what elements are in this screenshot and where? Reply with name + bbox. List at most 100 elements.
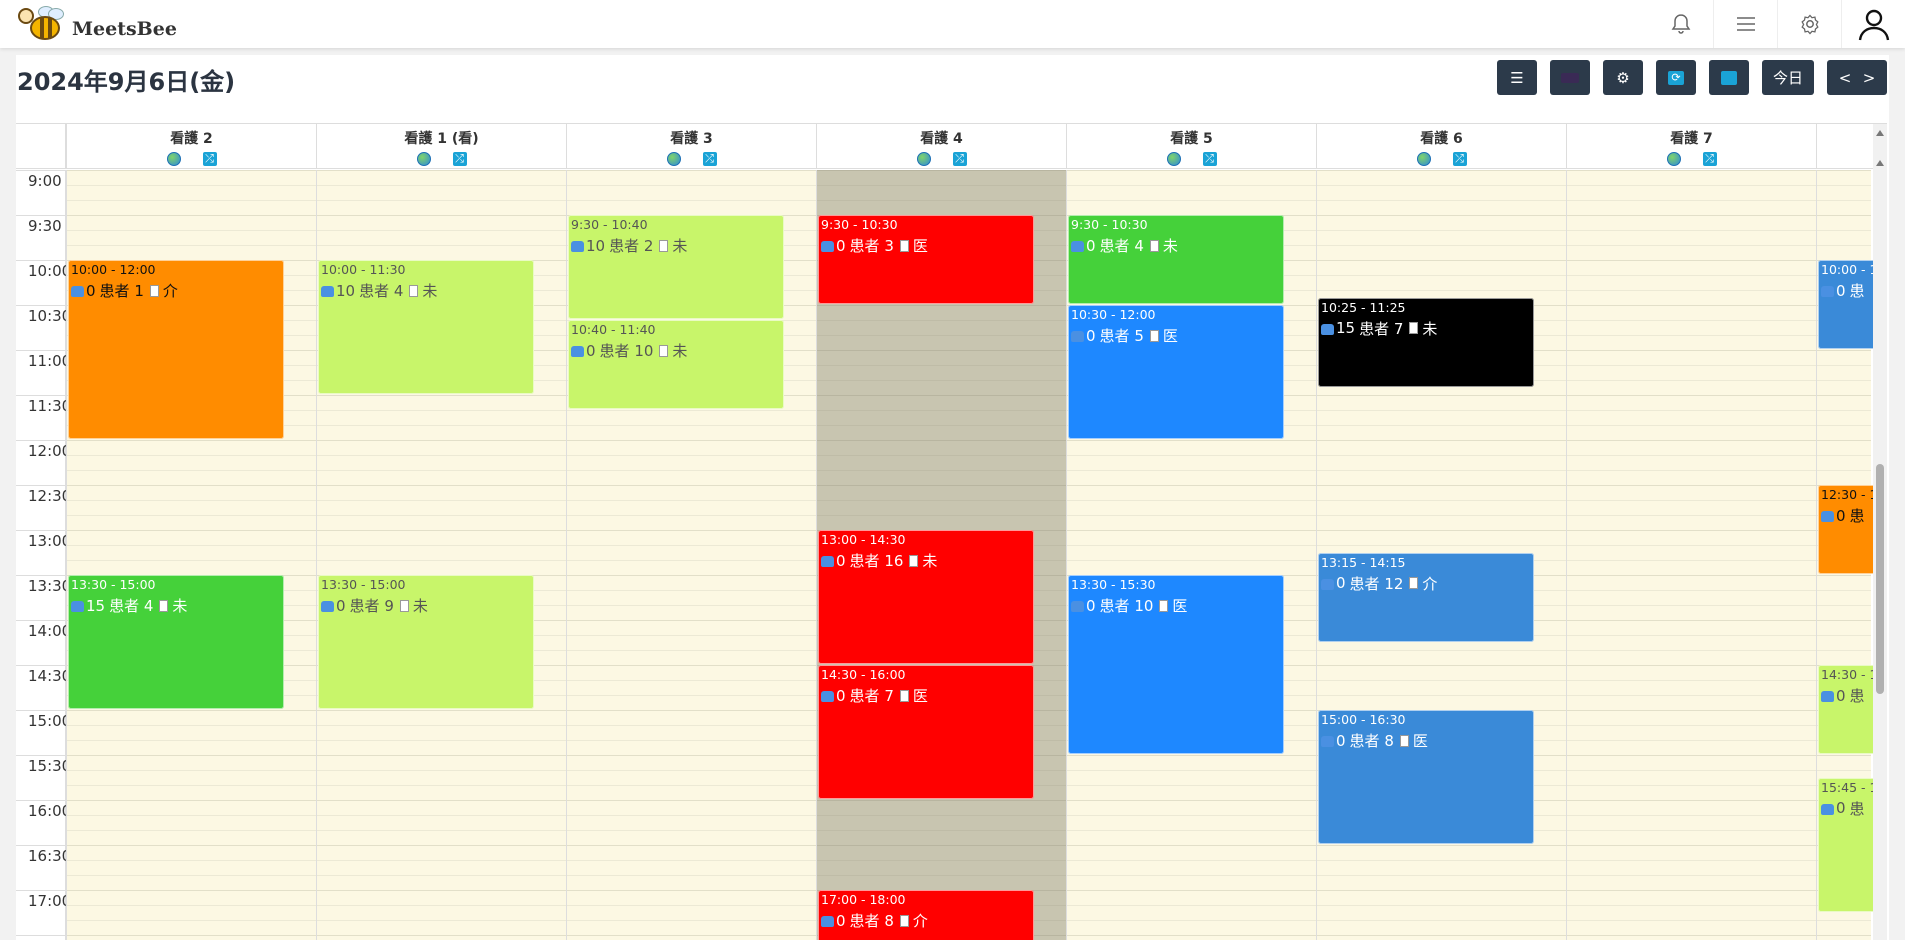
event-block[interactable]: 13:15 - 14:15 0 患者 12 介 — [1318, 552, 1534, 642]
event-distance: 0 — [1336, 574, 1346, 592]
resource-column-header[interactable]: 看護 5 ⤮ — [1066, 124, 1316, 169]
event-block[interactable]: 10:00 - 12:00 0 患者 1 介 — [68, 260, 284, 439]
globe-icon[interactable] — [416, 152, 431, 166]
time-label: 13:30 — [28, 577, 72, 595]
resource-name: 看護 7 — [1670, 131, 1713, 147]
today-button[interactable]: 今日 — [1762, 60, 1814, 95]
shuffle-icon[interactable]: ⤮ — [1702, 152, 1717, 166]
calendar-button[interactable] — [1709, 60, 1749, 95]
slot-line — [816, 425, 1066, 426]
event-block[interactable]: 10:40 - 11:40 0 患者 10 未 — [568, 320, 784, 409]
column-divider — [1816, 170, 1817, 940]
list-view-button[interactable]: ☰ — [1497, 60, 1537, 95]
event-tag: 未 — [172, 597, 188, 615]
event-time: 14:30 - 16:00 — [821, 667, 906, 682]
time-label: 12:00 — [28, 442, 72, 460]
slot-line — [16, 665, 66, 666]
car-icon — [571, 241, 584, 252]
slot-line — [816, 320, 1066, 321]
event-block[interactable]: 17:00 - 18:00 0 患者 8 介 — [818, 890, 1034, 940]
user-icon[interactable] — [1841, 0, 1905, 48]
event-block[interactable]: 10:25 - 11:25 15 患者 7 未 — [1318, 297, 1534, 387]
slot-line — [816, 485, 1066, 486]
day-slots[interactable]: 10:00 - 12:00 0 患者 1 介 13:30 - 15:00 15 患者 4未1… — [66, 170, 1887, 940]
globe-icon[interactable] — [1416, 152, 1431, 166]
event-patient: 患者 16 — [849, 552, 904, 570]
slot-line — [16, 620, 66, 621]
slot-line — [16, 215, 66, 216]
event-block[interactable]: 15:00 - 16:30 0 患者 8 医 — [1318, 710, 1534, 844]
event-patient: 患者 1 — [99, 282, 144, 300]
slot-line — [16, 890, 66, 891]
calendar-scrollbar[interactable] — [1873, 124, 1887, 940]
bell-icon[interactable] — [1649, 0, 1713, 48]
event-block[interactable]: 9:30 - 10:40 10 患者 2 未 — [568, 215, 784, 319]
resource-name: 看護 5 — [1170, 131, 1213, 147]
event-block[interactable]: 10:30 - 12:00 0 患者 5 医 — [1068, 305, 1284, 439]
refresh-button[interactable]: ⟳ — [1656, 60, 1696, 95]
resource-column-header[interactable]: 看護 6 ⤮ — [1316, 124, 1566, 169]
event-tag: 介 — [162, 282, 178, 300]
globe-icon[interactable] — [1166, 152, 1181, 166]
next-button[interactable]: > — [1863, 69, 1876, 87]
slot-line — [816, 515, 1066, 516]
column-divider — [66, 170, 67, 940]
event-time: 10:25 - 11:25 — [1321, 299, 1406, 315]
event-patient: 患 — [1849, 687, 1865, 705]
event-block[interactable]: 13:30 - 15:00 0 患者 9 未 — [318, 575, 534, 709]
globe-icon[interactable] — [166, 152, 181, 166]
event-patient: 患者 5 — [1099, 327, 1144, 345]
document-icon — [899, 239, 909, 252]
event-distance: 0 — [86, 281, 96, 300]
event-block[interactable]: 9:30 - 10:30 0 患者 4 未 — [1068, 215, 1284, 304]
document-icon — [899, 689, 909, 702]
shuffle-icon[interactable]: ⤮ — [1452, 152, 1467, 166]
globe-icon[interactable] — [916, 152, 931, 166]
event-block[interactable]: 9:30 - 10:30 0 患者 3 医 — [818, 215, 1034, 304]
event-time: 13:30 - 15:30 — [1071, 577, 1156, 592]
globe-icon[interactable] — [666, 152, 681, 166]
event-time: 13:15 - 14:15 — [1321, 554, 1406, 570]
resource-header: 看護 2⤮看護 1 (看)⤮看護 3⤮看護 4⤮看護 5⤮看護 6⤮看護 7⤮⤮ — [16, 124, 1887, 169]
globe-icon[interactable] — [1666, 152, 1681, 166]
event-distance: 15 — [86, 596, 106, 615]
event-patient: 患者 4 — [109, 597, 154, 615]
event-block[interactable]: 13:00 - 14:30 0 患者 16 未 — [818, 530, 1034, 664]
resource-name: 看護 1 (看) — [404, 131, 479, 147]
slot-line — [816, 800, 1066, 801]
event-distance: 0 — [836, 551, 846, 570]
document-icon — [149, 284, 159, 297]
menu-icon[interactable] — [1713, 0, 1777, 48]
time-label: 16:00 — [28, 802, 72, 820]
shuffle-icon[interactable]: ⤮ — [1202, 152, 1217, 166]
event-patient: 患者 2 — [609, 237, 654, 255]
event-time: 13:30 - 15:00 — [321, 577, 406, 592]
event-tag: 医 — [1412, 732, 1428, 750]
resource-column-header[interactable]: 看護 2 ⤮ — [66, 124, 316, 169]
resource-column-header[interactable]: 看護 1 (看) ⤮ — [316, 124, 566, 169]
shuffle-icon[interactable]: ⤮ — [702, 152, 717, 166]
event-block[interactable]: 13:30 - 15:00 15 患者 4 未 — [68, 575, 284, 709]
app-logo[interactable]: MeetsBee — [16, 2, 177, 46]
event-detail: 0 患者 12 介 — [1321, 573, 1531, 594]
resource-column-header[interactable]: 看護 4 ⤮ — [816, 124, 1066, 169]
settings-button[interactable]: ⚙ — [1603, 60, 1643, 95]
event-tag: 未 — [922, 552, 938, 570]
dark-mode-button[interactable] — [1550, 60, 1590, 95]
scrollbar-thumb[interactable] — [1876, 464, 1884, 694]
slot-line — [816, 200, 1066, 201]
event-block[interactable]: 14:30 - 16:00 0 患者 7 医 — [818, 665, 1034, 799]
car-icon — [1071, 241, 1084, 252]
prev-button[interactable]: < — [1839, 69, 1852, 87]
shuffle-icon[interactable]: ⤮ — [952, 152, 967, 166]
document-icon — [899, 914, 909, 927]
resource-column-header[interactable]: 看護 7 ⤮ — [1566, 124, 1816, 169]
event-block[interactable]: 13:30 - 15:30 0 患者 10 医 — [1068, 575, 1284, 754]
shuffle-icon[interactable]: ⤮ — [202, 152, 217, 166]
event-block[interactable]: 10:00 - 11:30 10 患者 4 未 — [318, 260, 534, 394]
event-distance: 0 — [1086, 236, 1096, 255]
gear-icon[interactable] — [1777, 0, 1841, 48]
shuffle-icon[interactable]: ⤮ — [452, 152, 467, 166]
resource-column-header[interactable]: 看護 3 ⤮ — [566, 124, 816, 169]
document-icon — [1409, 322, 1419, 334]
